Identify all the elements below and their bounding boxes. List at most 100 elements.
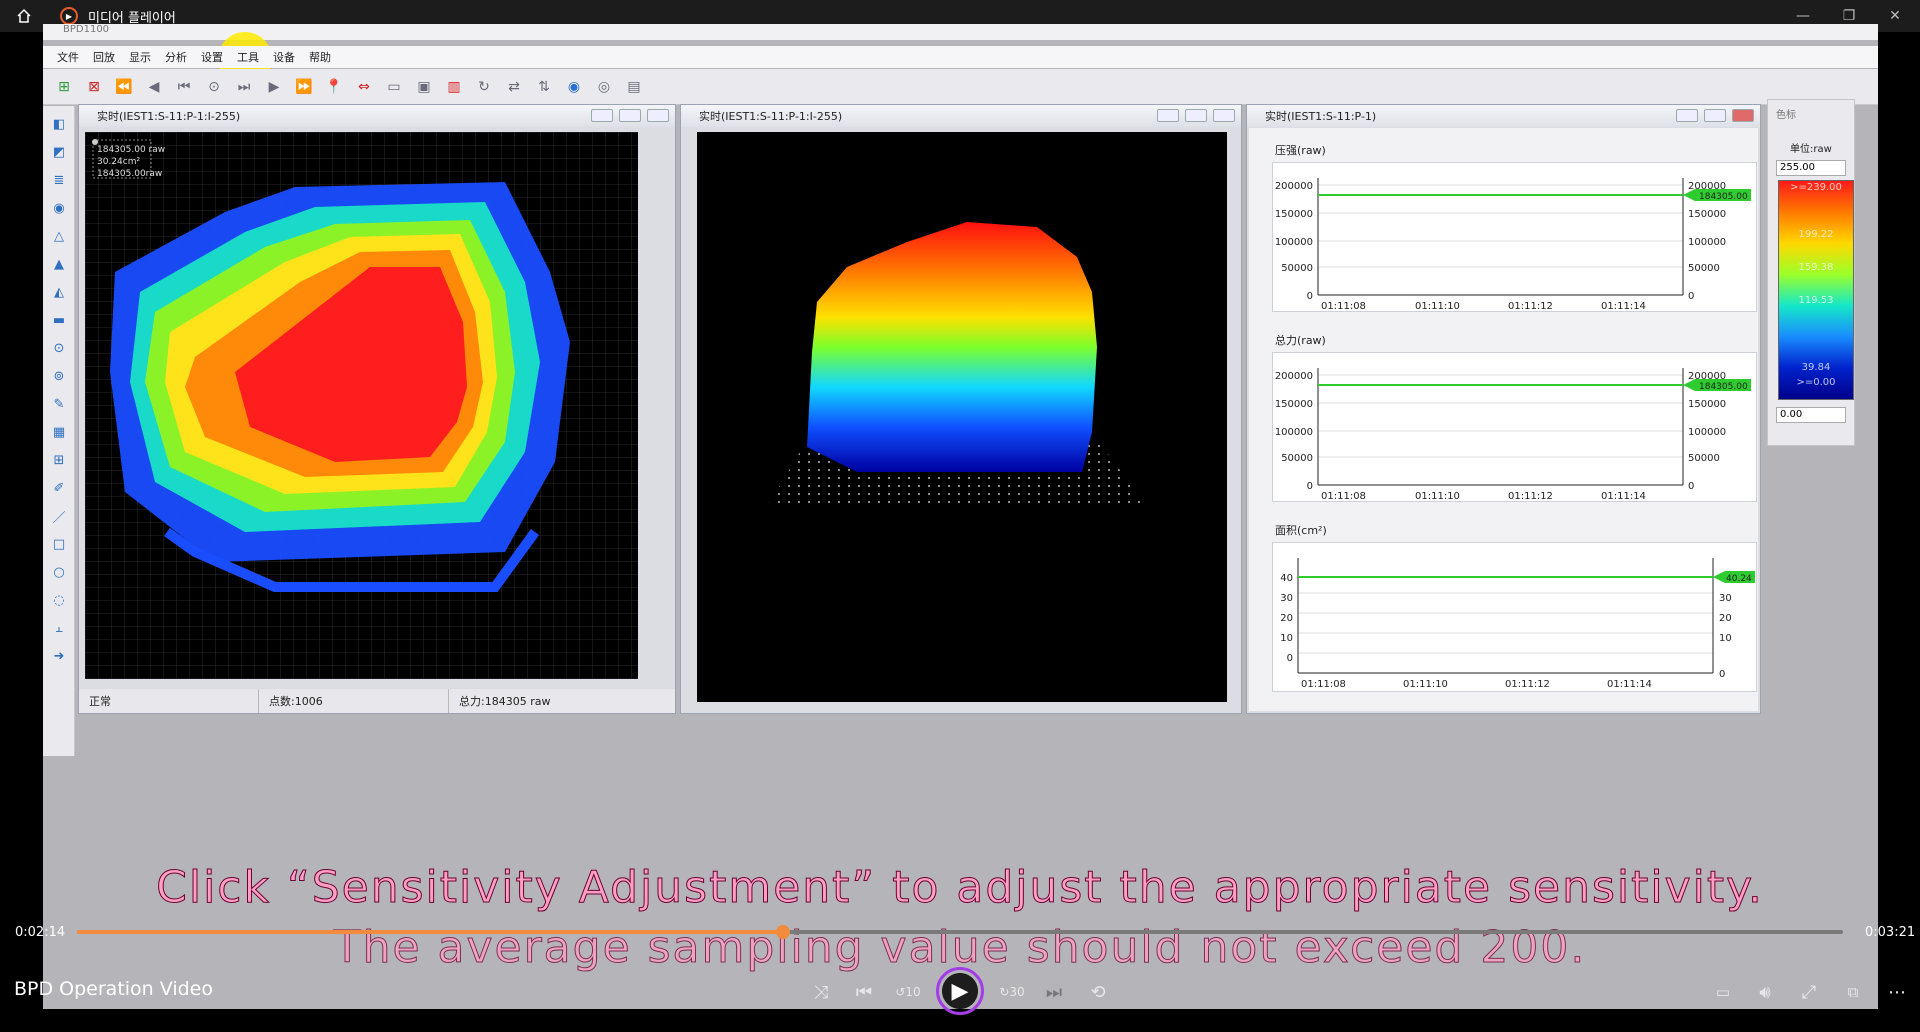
colorbar-min-input: 0.00 — [1776, 407, 1846, 423]
subtitle-line-1: Click “Sensitivity Adjustment” to adjust… — [156, 862, 1764, 914]
pane-close-button — [1732, 109, 1754, 122]
skip-start-icon: ⏮ — [177, 78, 191, 95]
app-title: 미디어 플레이어 — [88, 10, 176, 26]
home-icon[interactable] — [10, 2, 38, 30]
colorbar-title: 色标 — [1776, 110, 1796, 121]
colorbar-level: 159.38 — [1798, 262, 1834, 273]
y-tick: 0 — [1307, 291, 1313, 302]
pane-title: 实时(IEST1:S-11:P-1:I-255) — [699, 110, 843, 123]
status-state: 正常 — [79, 689, 259, 713]
y-tick: 100000 — [1275, 237, 1313, 248]
colorbar-level: >=0.00 — [1796, 377, 1836, 388]
play-button[interactable]: ▶ — [936, 967, 984, 1015]
record-icon: ▣ — [417, 78, 431, 95]
y2-tick: 150000 — [1688, 209, 1726, 220]
sidebar-tool-icon: ◉ — [53, 200, 65, 216]
close-button[interactable]: ✕ — [1872, 0, 1918, 32]
pressure-time-chart: 200000 150000 100000 50000 0 200000 1500… — [1272, 162, 1757, 312]
colorbar-level: 119.53 — [1798, 295, 1834, 306]
menu-item: 文件 — [57, 51, 79, 64]
y-tick: 20 — [1280, 613, 1293, 624]
add-icon: ⊞ — [58, 78, 70, 95]
colorbar-max-input: 255.00 — [1776, 160, 1846, 176]
sidebar-tool-icon: ◩ — [52, 144, 66, 160]
pane-minimize-button — [591, 109, 613, 122]
video-app-toolbar: ⊞ ⊠ ⏪ ◀ ⏮ ⊙ ⏭ ▶ ⏩ 📍 ⇔ ▭ ▣ ▥ ↻ ⇄ ⇅ ◉ ◎ ▤ — [43, 69, 1878, 105]
video-app-title: BPD1100 — [43, 24, 1878, 40]
pane-title: 实时(IEST1:S-11:P-1:I-255) — [97, 110, 241, 123]
sidebar-tool-icon: ✐ — [53, 480, 65, 496]
video-app-menubar: 文件 回放 显示 分析 设置 工具 设备 帮助 — [43, 46, 1878, 68]
y-tick: 30 — [1280, 593, 1293, 604]
y2-tick: 10 — [1719, 633, 1732, 644]
forward-30-icon[interactable]: ↻30 — [995, 975, 1029, 1009]
colorbar-level: 39.84 — [1801, 362, 1831, 373]
sort-icon: ⇅ — [538, 78, 550, 95]
pane-restore-button — [1185, 109, 1207, 122]
time-series-pane: 实时(IEST1:S-11:P-1) 压强(raw) 200000 150000… — [1246, 104, 1761, 714]
menu-item: 显示 — [129, 51, 151, 64]
sidebar-tool-icon: ⊙ — [53, 340, 65, 356]
sensitivity-icon: ⇔ — [358, 78, 370, 95]
total-time: 0:03:21 — [1865, 925, 1916, 940]
step-back-icon: ◀ — [148, 78, 160, 95]
sidebar-tool-icon: △ — [54, 228, 64, 244]
y-tick: 10 — [1280, 633, 1293, 644]
y2-tick: 100000 — [1688, 237, 1726, 248]
chart-label-pressure: 压强(raw) — [1275, 144, 1326, 157]
next-icon[interactable]: ⏭ — [1037, 975, 1071, 1009]
total-force-time-chart: 200000 150000 100000 50000 0 200000 1500… — [1272, 352, 1757, 502]
y2-tick: 100000 — [1688, 427, 1726, 438]
current-time: 0:02:14 — [15, 925, 66, 940]
previous-icon[interactable]: ⏮ — [847, 975, 881, 1009]
repeat-off-icon[interactable]: ⟲ — [1081, 975, 1115, 1009]
fast-forward-icon: ⏩ — [295, 78, 313, 95]
sidebar-tool-icon: ⊚ — [53, 368, 65, 384]
sidebar-tool-icon: □ — [52, 536, 66, 552]
pane-statusbar: 正常 点数:1006 总力:184305 raw — [79, 689, 675, 713]
value-tag: 40.24 — [1726, 574, 1752, 584]
volume-icon[interactable]: 🔊︎ — [1748, 975, 1782, 1009]
surface-3d-view — [697, 132, 1227, 702]
stop-icon: ⊙ — [208, 78, 220, 95]
sidebar-tool-icon: ▬ — [52, 312, 66, 328]
sidebar-tool-icon: ⊞ — [53, 452, 65, 468]
y2-tick: 0 — [1688, 481, 1694, 492]
status-total-force: 总力:184305 raw — [459, 695, 551, 708]
delete-icon: ⊠ — [88, 78, 100, 95]
x-tick: 01:11:10 — [1415, 491, 1460, 502]
x-tick: 01:11:10 — [1415, 301, 1460, 312]
target-icon: ◉ — [567, 78, 581, 95]
x-tick: 01:11:14 — [1607, 679, 1652, 690]
y-tick: 50000 — [1281, 453, 1313, 464]
y2-tick: 50000 — [1688, 263, 1720, 274]
seek-bar[interactable] — [77, 925, 1843, 939]
x-tick: 01:11:12 — [1508, 491, 1553, 502]
fullscreen-icon[interactable]: ⤢ — [1792, 975, 1826, 1009]
area-time-chart: 40 30 20 10 0 30 20 10 0 01:11:08 01:11:… — [1272, 542, 1757, 692]
sidebar-tool-icon: ◌ — [53, 592, 65, 608]
pane-close-button — [1213, 109, 1235, 122]
y2-tick: 0 — [1719, 669, 1725, 680]
x-tick: 01:11:12 — [1508, 301, 1553, 312]
y2-tick: 200000 — [1688, 181, 1726, 192]
subtitles-icon[interactable]: ▭ — [1706, 975, 1740, 1009]
sidebar-tool-icon: ▲ — [54, 256, 64, 272]
x-tick: 01:11:08 — [1301, 679, 1346, 690]
more-options-icon[interactable]: ⋯ — [1880, 975, 1914, 1009]
x-tick: 01:11:14 — [1601, 301, 1646, 312]
rewind-icon: ⏪ — [115, 78, 133, 95]
y-tick: 200000 — [1275, 371, 1313, 382]
pane-minimize-button — [1157, 109, 1179, 122]
mini-player-icon[interactable]: ⧉ — [1836, 975, 1870, 1009]
colorbar-unit: 单位:raw — [1790, 144, 1832, 155]
colorbar-level: >=239.00 — [1790, 182, 1842, 193]
rewind-10-icon[interactable]: ↺10 — [891, 975, 925, 1009]
step-forward-icon: ⏭ — [237, 78, 251, 95]
settings-icon: ◎ — [597, 78, 611, 95]
pressure-2d-pane: 实时(IEST1:S-11:P-1:I-255) 184305.00 raw 3… — [78, 104, 676, 714]
shuffle-icon[interactable]: ⤨ — [804, 975, 838, 1009]
menu-item: 工具 — [237, 51, 259, 64]
pane-minimize-button — [1676, 109, 1698, 122]
media-player-logo-icon: ▶ — [60, 7, 78, 25]
